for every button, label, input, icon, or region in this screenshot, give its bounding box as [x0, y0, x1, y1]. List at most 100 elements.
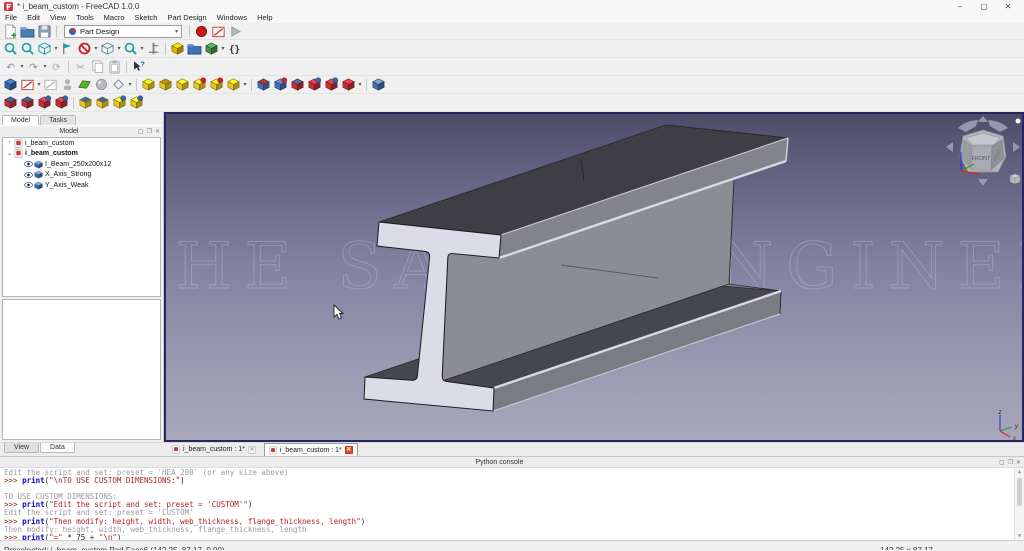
tree-item-y_axis_weak[interactable]: Y_Axis_Weak	[3, 180, 160, 191]
open-document-icon[interactable]	[19, 23, 36, 39]
draw-style-icon[interactable]	[76, 41, 93, 57]
copy-icon[interactable]	[89, 59, 106, 75]
make-link-icon[interactable]	[203, 41, 220, 57]
nav-front-label[interactable]: FRONT	[972, 156, 992, 162]
console-scrollbar[interactable]: ▲▼	[1014, 468, 1024, 540]
mdi-tab-close-icon[interactable]: ✕	[248, 446, 256, 454]
property-editor[interactable]	[2, 299, 161, 440]
create-datum-icon[interactable]	[76, 77, 93, 93]
tree-expander[interactable]: ›	[5, 140, 14, 146]
3d-viewport[interactable]: THE SAVVY ENGINEER	[164, 112, 1024, 442]
refresh-icon[interactable]: ⟳	[48, 59, 65, 75]
edit-macro-icon[interactable]	[210, 23, 227, 39]
align-view-icon[interactable]	[59, 41, 76, 57]
cut-icon[interactable]: ✂	[72, 59, 89, 75]
zoom-icon[interactable]	[122, 41, 139, 57]
tree-item-i_beam_250x200x12[interactable]: I_Beam_250x200x12	[3, 159, 160, 170]
axonometric-view-icon[interactable]	[36, 41, 53, 57]
navigation-cube[interactable]: FRONT RIGHT	[936, 114, 1024, 194]
additive-helix-icon[interactable]	[208, 77, 225, 93]
workbench-selector[interactable]: Part Design▾	[64, 25, 182, 38]
model-dock-restore-icon[interactable]: ▢	[138, 128, 144, 135]
nav-rotate-left-arrow[interactable]	[958, 120, 978, 132]
whats-this-icon[interactable]: ?	[130, 59, 147, 75]
view-cube-icon[interactable]	[99, 41, 116, 57]
save-icon[interactable]	[36, 23, 53, 39]
edit-sketch-icon[interactable]	[42, 77, 59, 93]
thickness-icon[interactable]	[53, 95, 70, 111]
python-console[interactable]: ▲▼ Edit the script and set: preset = 'HE…	[0, 467, 1024, 540]
menu-windows[interactable]: Windows	[212, 13, 252, 23]
nav-arrow-up[interactable]	[978, 116, 988, 122]
create-sketch-icon[interactable]	[19, 77, 36, 93]
menu-view[interactable]: View	[45, 13, 71, 23]
additive-primitive-dropdown[interactable]: ▾	[242, 81, 248, 88]
polar-pattern-icon[interactable]	[111, 95, 128, 111]
subtractive-helix-icon[interactable]	[323, 77, 340, 93]
nav-arrow-right[interactable]	[1013, 142, 1020, 152]
paste-icon[interactable]	[106, 59, 123, 75]
tree-item-x_axis_strong[interactable]: X_Axis_Strong	[3, 170, 160, 181]
groove-icon[interactable]	[289, 77, 306, 93]
additive-pipe-icon[interactable]	[191, 77, 208, 93]
tab-view[interactable]: View	[4, 443, 39, 453]
record-macro-icon[interactable]	[193, 23, 210, 39]
chamfer-icon[interactable]	[19, 95, 36, 111]
menu-help[interactable]: Help	[252, 13, 277, 23]
multitransform-icon[interactable]	[128, 95, 145, 111]
fit-selection-icon[interactable]	[19, 41, 36, 57]
mirrored-icon[interactable]	[77, 95, 94, 111]
create-part-icon[interactable]	[169, 41, 186, 57]
menu-edit[interactable]: Edit	[22, 13, 45, 23]
subtractive-primitive-icon[interactable]	[340, 77, 357, 93]
shape-binder-icon[interactable]	[93, 77, 110, 93]
clone-icon[interactable]	[110, 77, 127, 93]
maximize-button[interactable]: ▢	[972, 0, 996, 13]
console-dock-float-icon[interactable]: ❐	[1008, 459, 1013, 466]
nav-dot[interactable]	[1016, 119, 1021, 124]
i-beam-model[interactable]	[166, 114, 1024, 440]
nav-arrow-down[interactable]	[978, 179, 988, 186]
additive-loft-icon[interactable]	[174, 77, 191, 93]
nav-cube-body[interactable]: FRONT RIGHT	[960, 130, 1006, 172]
create-group-icon[interactable]	[186, 41, 203, 57]
draft-icon[interactable]	[36, 95, 53, 111]
new-document-icon[interactable]	[2, 23, 19, 39]
nav-arrow-left[interactable]	[946, 142, 953, 152]
console-dock-restore-icon[interactable]: ▢	[999, 459, 1005, 466]
menu-macro[interactable]: Macro	[99, 13, 130, 23]
nav-rotate-right-arrow[interactable]	[988, 120, 1008, 132]
fit-all-icon[interactable]	[2, 41, 19, 57]
additive-primitive-icon[interactable]	[225, 77, 242, 93]
redo-icon[interactable]: ↷	[25, 59, 42, 75]
model-dock-float-icon[interactable]: ❐	[147, 128, 152, 135]
console-dock-close-icon[interactable]: ✕	[1016, 459, 1021, 466]
menu-part-design[interactable]: Part Design	[162, 13, 211, 23]
create-body-icon[interactable]	[2, 77, 19, 93]
boolean-operation-icon[interactable]	[370, 77, 387, 93]
linear-pattern-icon[interactable]	[94, 95, 111, 111]
close-button[interactable]: ✕	[996, 0, 1020, 13]
fillet-icon[interactable]	[2, 95, 19, 111]
pocket-icon[interactable]	[255, 77, 272, 93]
tree-expander[interactable]: ⌄	[5, 150, 14, 157]
mdi-tab-2[interactable]: i_beam_custom : 1*✕	[264, 443, 358, 456]
subtractive-pipe-icon[interactable]	[306, 77, 323, 93]
pad-icon[interactable]	[140, 77, 157, 93]
clone-dropdown[interactable]: ▾	[127, 81, 133, 88]
measure-icon[interactable]	[145, 41, 162, 57]
menu-file[interactable]: File	[0, 13, 22, 23]
tree-item-i_beam_custom[interactable]: ›i_beam_custom	[3, 138, 160, 149]
tab-model[interactable]: Model	[2, 115, 39, 125]
play-macro-icon[interactable]	[227, 23, 244, 39]
subtractive-primitive-dropdown[interactable]: ▾	[357, 81, 363, 88]
tree-item-i_beam_custom[interactable]: ⌄i_beam_custom	[3, 149, 160, 160]
model-dock-close-icon[interactable]: ✕	[155, 128, 160, 135]
mdi-tab-1[interactable]: i_beam_custom : 1*✕	[168, 443, 260, 456]
tab-tasks[interactable]: Tasks	[40, 115, 76, 125]
expression-icon[interactable]: {}	[226, 41, 243, 57]
minimize-button[interactable]: –	[948, 0, 972, 13]
hole-icon[interactable]	[272, 77, 289, 93]
revolution-icon[interactable]	[157, 77, 174, 93]
nav-mini-cube[interactable]	[1010, 174, 1020, 184]
